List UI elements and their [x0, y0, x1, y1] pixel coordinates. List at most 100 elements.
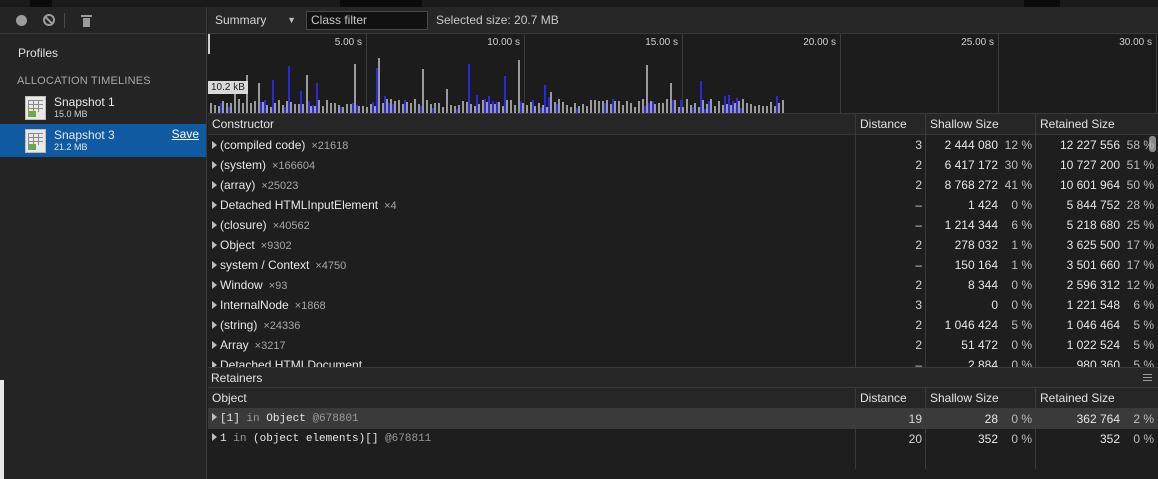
record-button[interactable]: [14, 13, 28, 27]
table-row[interactable]: [1] in Object @678801 19 28 0 % 362 764 2 %: [208, 409, 1158, 429]
constructor-cell: (system) ×166604: [208, 155, 856, 175]
table-row[interactable]: (closure) ×40562 – 1 214 344 6 % 5 218 680 25 …: [208, 215, 1158, 235]
expand-arrow-icon[interactable]: [212, 321, 217, 329]
table-row[interactable]: (compiled code) ×21618 3 2 444 080 12 % 12 22…: [208, 135, 1158, 155]
shallow-size-value: 0: [991, 298, 998, 312]
allocation-bar: [318, 100, 320, 113]
retained-size-cell: 3 625 500 17 %: [1036, 235, 1158, 255]
shallow-size-cell: 28 0 %: [926, 409, 1036, 429]
column-distance[interactable]: Distance: [856, 114, 926, 134]
column-shallow-size[interactable]: Shallow Size: [926, 388, 1036, 408]
allocation-bar: [598, 101, 600, 113]
allocation-bar: [302, 104, 304, 113]
allocation-bar: [210, 103, 212, 113]
expand-arrow-icon[interactable]: [212, 201, 217, 209]
heap-snapshot-view: Summary ▼ Selected size: 20.7 MB 5.00 s 1…: [208, 7, 1158, 479]
table-row[interactable]: InternalNode ×1868 3 0 0 % 1 221 548 6 %: [208, 295, 1158, 315]
shallow-size-cell: 1 214 344 6 %: [926, 215, 1036, 235]
distance-cell: 2: [915, 318, 922, 332]
expand-arrow-icon[interactable]: [212, 221, 217, 229]
allocation-bar: [594, 100, 596, 113]
retained-size-cell: 352 0 %: [1036, 429, 1158, 449]
instance-count: ×24336: [263, 320, 301, 332]
timeline-cursor[interactable]: [208, 34, 210, 54]
timeline-tick: [1156, 34, 1157, 113]
table-row[interactable]: (string) ×24336 2 1 046 424 5 % 1 046 464 5 %: [208, 315, 1158, 335]
column-shallow-size[interactable]: Shallow Size: [926, 114, 1036, 134]
expand-arrow-icon[interactable]: [212, 141, 217, 149]
allocation-bar: [606, 100, 608, 113]
table-row[interactable]: (array) ×25023 2 8 768 272 41 % 10 601 964 50 …: [208, 175, 1158, 195]
retained-size-cell: 10 727 200 51 %: [1036, 155, 1158, 175]
retained-size-percent: 17 %: [1126, 258, 1154, 272]
allocation-bar: [294, 104, 296, 113]
allocation-bar: [710, 99, 712, 113]
table-row[interactable]: (system) ×166604 2 6 417 172 30 % 10 727 200 5…: [208, 155, 1158, 175]
distance-cell: –: [915, 258, 922, 272]
allocation-bar: [442, 107, 444, 113]
table-row[interactable]: Detached HTMLDocument – 2 884 0 % 980 360 5 %: [208, 355, 1158, 367]
constructor-table-header: Constructor Distance Shallow Size Retain…: [208, 114, 1158, 135]
allocation-bar: [534, 106, 536, 113]
expand-arrow-icon[interactable]: [212, 301, 217, 309]
expand-arrow-icon[interactable]: [212, 161, 217, 169]
allocation-bar: [750, 104, 752, 113]
snapshot-item-3[interactable]: Snapshot 3 21.2 MB Save: [0, 124, 206, 157]
expand-arrow-icon[interactable]: [212, 433, 217, 441]
retained-size-value: 3 501 660: [1066, 258, 1120, 272]
distance-cell: 2: [915, 238, 922, 252]
table-row[interactable]: Object ×9302 2 278 032 1 % 3 625 500 17 %: [208, 235, 1158, 255]
delete-button[interactable]: [79, 13, 93, 27]
constructor-name: InternalNode: [220, 298, 289, 312]
expand-arrow-icon[interactable]: [212, 241, 217, 249]
column-retained-size[interactable]: Retained Size: [1036, 114, 1158, 134]
retained-size-value: 10 601 964: [1059, 178, 1120, 192]
retained-size-percent: 28 %: [1126, 198, 1154, 212]
expand-arrow-icon[interactable]: [212, 261, 217, 269]
allocation-bar: [514, 105, 516, 113]
shallow-size-percent: 0 %: [1011, 358, 1032, 367]
shallow-size-value: 150 164: [954, 258, 998, 272]
allocation-timeline[interactable]: 5.00 s 10.00 s 15.00 s 20.00 s 25.00 s 30.00 …: [208, 34, 1158, 114]
retained-size-percent: 5 %: [1133, 338, 1154, 352]
retainer-type: (object elements)[]: [253, 433, 379, 445]
table-row[interactable]: Detached HTMLInputElement ×4 – 1 424 0 % 5 84…: [208, 195, 1158, 215]
menu-icon[interactable]: [1143, 374, 1152, 382]
column-retained-size[interactable]: Retained Size: [1036, 388, 1158, 408]
allocation-bar: [658, 103, 660, 113]
allocation-bar: [570, 107, 572, 113]
expand-arrow-icon[interactable]: [212, 181, 217, 189]
column-distance[interactable]: Distance: [856, 388, 926, 408]
clear-button[interactable]: [42, 13, 56, 27]
instance-count: ×166604: [272, 160, 316, 172]
allocation-bar: [758, 105, 760, 113]
column-constructor[interactable]: Constructor: [208, 114, 856, 134]
retained-size-value: 5 844 752: [1066, 198, 1120, 212]
retainers-title: Retainers: [211, 370, 263, 385]
snapshot-item-1[interactable]: Snapshot 1 15.0 MB: [0, 91, 206, 124]
distance-cell: –: [915, 198, 922, 212]
timeline-tick: [840, 34, 841, 113]
instance-count: ×21618: [311, 140, 349, 152]
allocation-bar: [238, 99, 240, 113]
shallow-size-cell: 2 884 0 %: [926, 355, 1036, 367]
retained-size-percent: 17 %: [1126, 238, 1154, 252]
retainer-id: @678811: [385, 433, 432, 445]
allocation-bar: [562, 102, 564, 113]
constructor-name: Detached HTMLDocument: [220, 358, 363, 367]
top-tab-fragment: [30, 0, 52, 7]
constructor-name: (closure): [220, 218, 267, 232]
expand-arrow-icon[interactable]: [212, 413, 217, 421]
save-snapshot-link[interactable]: Save: [172, 127, 199, 141]
table-row[interactable]: Array ×3217 2 51 472 0 % 1 022 524 5 %: [208, 335, 1158, 355]
table-row[interactable]: system / Context ×4750 – 150 164 1 % 3 501 66…: [208, 255, 1158, 275]
view-select[interactable]: Summary ▼: [208, 7, 300, 34]
class-filter-input[interactable]: [306, 10, 428, 30]
column-object[interactable]: Object: [208, 388, 856, 408]
table-row[interactable]: 1 in (object elements)[] @678811 20 352 0 %…: [208, 429, 1158, 449]
expand-arrow-icon[interactable]: [212, 281, 217, 289]
expand-arrow-icon[interactable]: [212, 341, 217, 349]
view-select-value: Summary: [215, 12, 267, 27]
retained-size-percent: 6 %: [1133, 298, 1154, 312]
table-row[interactable]: Window ×93 2 8 344 0 % 2 596 312 12 %: [208, 275, 1158, 295]
